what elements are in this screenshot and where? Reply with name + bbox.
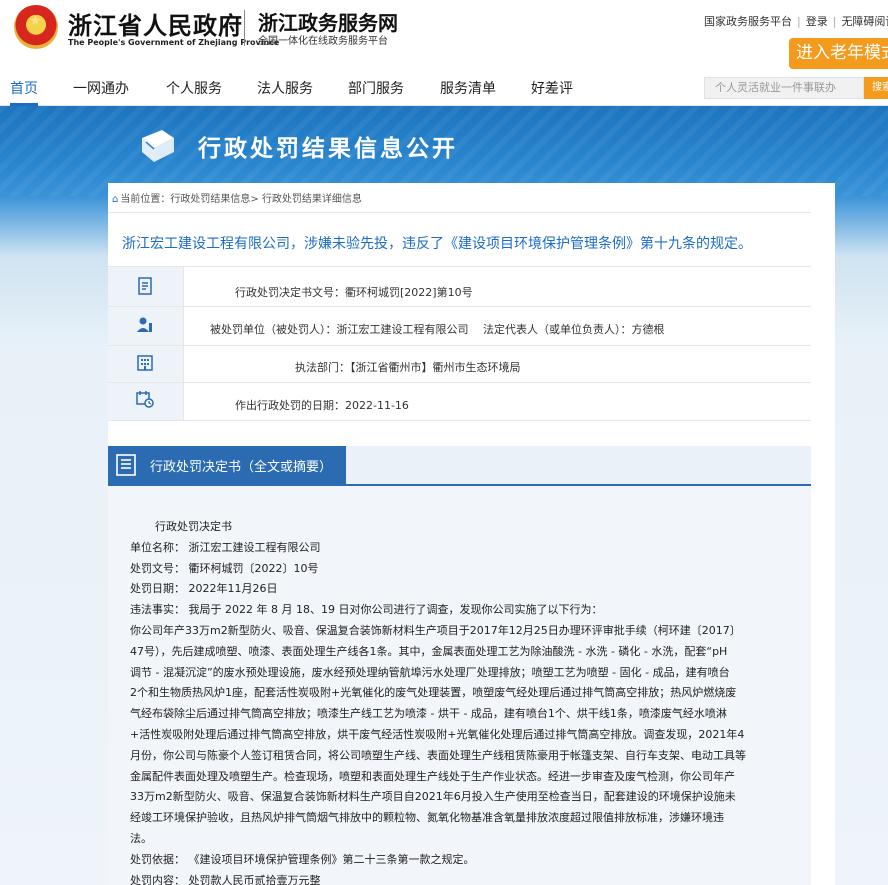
section-title: 行政处罚决定书（全文或摘要） [150,460,333,475]
search-input[interactable]: 个人灵活就业一件事联办 [704,77,864,99]
header-divider [244,10,245,46]
nav-item-rating[interactable]: 好差评 [531,78,573,98]
service-subtitle: 全国一体化在线政务服务平台 [258,36,388,47]
gov-subtitle: The People's Government of Zhejiang Prov… [68,38,280,47]
nav-item-legal-person[interactable]: 法人服务 [257,78,313,98]
doc-title: 行政处罚决定书 [155,520,232,533]
doc-line: 月份，你公司与陈豪个人签订租赁合同，将公司喷塑生产线、表面处理生产线租赁陈豪用于… [130,748,746,762]
doc-line: 气经布袋除尘后通过排气筒高空排放；喷漆生产线工艺为喷漆 - 烘干 - 成品，建有… [130,707,727,721]
doc-line: 处罚内容： 处罚款人民币贰拾壹万元整 [130,873,321,885]
document-icon [138,277,152,295]
doc-line: 调节 - 混凝沉淀”的废水预处理设施，废水经预处理纳管航埠污水处理厂处理排放；喷… [130,665,730,679]
decision-date: 作出行政处罚的日期：2022-11-16 [235,399,409,412]
building-icon [137,355,153,371]
nav-item-one-stop[interactable]: 一网通办 [73,78,129,98]
doc-line: 金属配件表面处理及喷塑生产。检查现场，喷塑和表面处理生产线处于生产作业状态。经进… [130,769,735,783]
doc-line: 2个和生物质热风炉1座，配套活性炭吸附+光氧催化的废气处理装置，喷塑废气经处理后… [130,686,737,700]
enforcement-department: 执法部门：【浙江省衢州市】衢州市生态环境局 [295,361,521,374]
info-row-divider [108,306,811,307]
divider [108,266,811,267]
nav-item-home[interactable]: 首页 [10,78,38,98]
top-header: ★ 浙江省人民政府 The People's Government of Zhe… [0,0,888,70]
doc-line: 法。 [130,831,152,845]
doc-line: 33万m2新型防火、吸音、保温复合装饰新材料生产项目自2021年6月投入生产使用… [130,790,736,804]
national-platform-link[interactable]: 国家政务服务平台 [704,15,792,28]
punished-party: 被处罚单位（被处罚人）：浙江宏工建设工程有限公司 法定代表人（或单位负责人）：方… [210,323,665,336]
nav-item-personal[interactable]: 个人服务 [166,78,222,98]
login-link[interactable]: 登录 [806,15,828,28]
doc-line: 违法事实： 我局于 2022 年 8 月 18、19 日对你公司进行了调查，发现… [130,603,603,617]
nav-item-department[interactable]: 部门服务 [348,78,404,98]
doc-line: 处罚文号： 衢环柯城罚〔2022〕10号 [130,561,319,575]
info-divider [183,267,184,420]
book-icon [142,130,174,162]
info-row-divider [108,420,811,421]
decision-number: 行政处罚决定书文号：衢环柯城罚[2022]第10号 [235,286,473,299]
doc-line: 单位名称： 浙江宏工建设工程有限公司 [130,540,321,554]
gov-title[interactable]: 浙江省人民政府 [68,6,243,41]
doc-line: 处罚日期： 2022年11月26日 [130,582,278,596]
banner-title: 行政处罚结果信息公开 [198,136,458,162]
home-icon: ⌂ [112,194,119,205]
document-text: 行政处罚决定书 单位名称： 浙江宏工建设工程有限公司 处罚文号： 衢环柯城罚〔2… [130,517,794,885]
elder-mode-button[interactable]: 进入老年模式 [789,38,888,69]
breadcrumb-label: 当前位置： [120,194,171,205]
doc-line: 处罚依据： 《建设项目环境保护管理条例》第二十三条第一款之规定。 [130,852,475,866]
doc-line: +活性炭吸附处理后通过排气筒高空排放，烘干废气经活性炭吸附+光氧催化处理后通过排… [130,727,745,741]
case-headline: 浙江宏工建设工程有限公司，涉嫌未验先投，违反了《建设项目环境保护管理条例》第十九… [122,236,752,252]
divider [108,212,811,213]
doc-line: 经竣工环境保护验收，且热风炉排气筒烟气排放中的颗粒物、氮氧化物基准含氧量排放浓度… [130,811,724,825]
doc-line: 你公司年产33万m2新型防火、吸音、保温复合装饰新材料生产项目于2017年12月… [130,623,741,637]
emblem-star-icon: ★ [29,13,42,29]
breadcrumb-list-link[interactable]: 行政处罚结果信息> [170,194,258,205]
breadcrumb: ⌂ 当前位置：行政处罚结果信息> 行政处罚结果详细信息 [112,190,362,205]
search-button[interactable]: 搜索 [864,77,888,99]
breadcrumb-current: 行政处罚结果详细信息 [261,194,362,205]
accessibility-link[interactable]: 无障碍阅读 [841,15,888,28]
document-list-icon [116,454,136,476]
calendar-clock-icon [136,391,154,408]
info-row-divider [108,382,811,383]
info-row-divider [108,345,811,346]
nav-item-service-list[interactable]: 服务清单 [440,78,496,98]
user-icon [137,317,152,332]
top-links: 国家政务服务平台|登录|无障碍阅读 [704,13,888,29]
doc-line: 47号），先后建成喷塑、喷漆、表面处理生产线各1条。其中，金属表面处理工艺为除油… [130,644,728,658]
